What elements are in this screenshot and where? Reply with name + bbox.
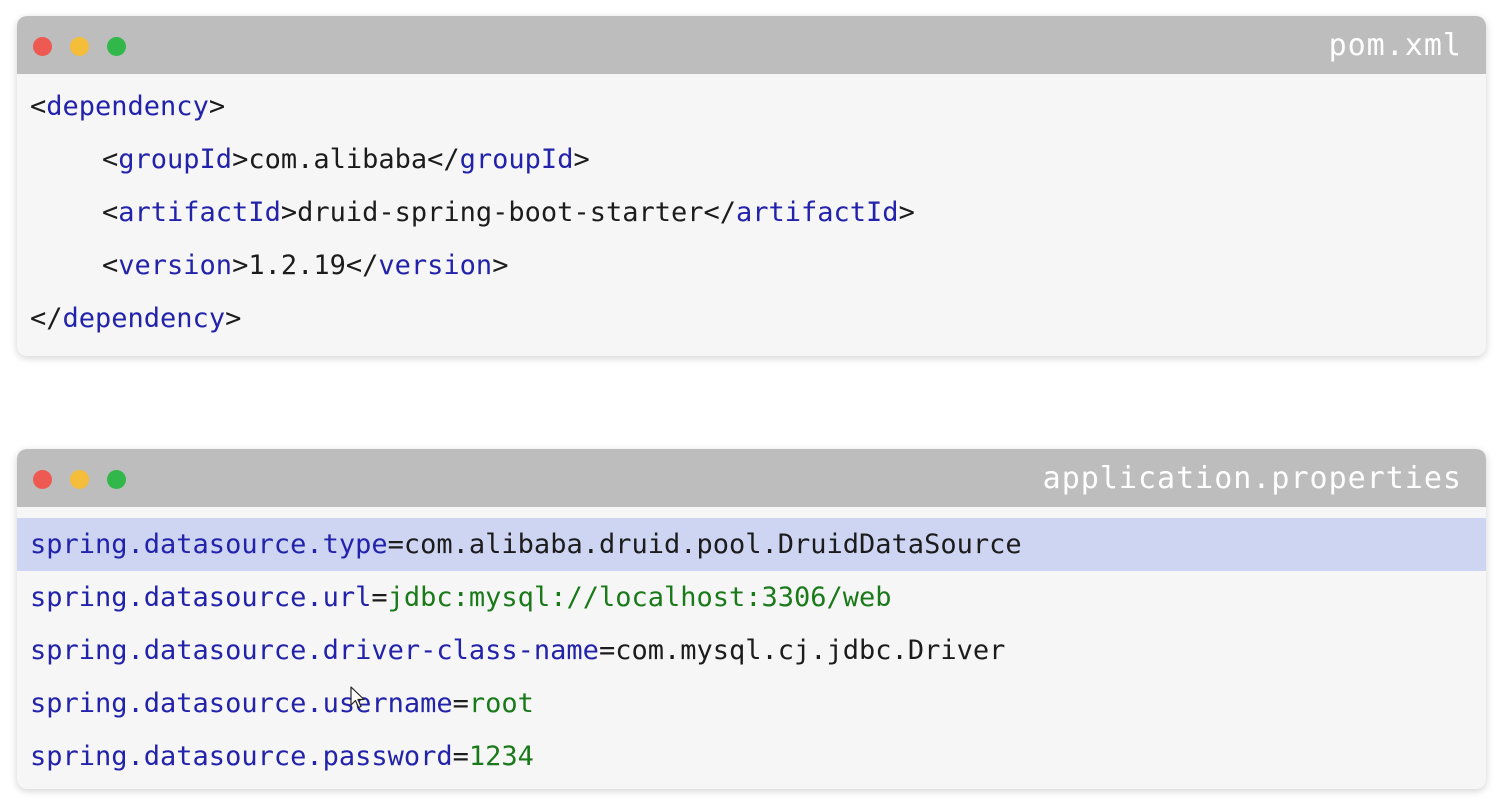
angle-bracket: > (492, 250, 509, 281)
code-line: spring.datasource.username=root (17, 677, 1486, 730)
xml-text: druid-spring-boot-starter (297, 197, 704, 228)
xml-tag: version (378, 250, 493, 281)
close-icon[interactable] (33, 37, 52, 56)
code-area: <dependency> <groupId>com.alibaba</group… (17, 74, 1486, 345)
angle-bracket: < (102, 197, 119, 228)
property-key: spring.datasource.driver-class-name (30, 635, 599, 666)
xml-text: com.alibaba (248, 144, 428, 175)
code-line: <version>1.2.19</version> (17, 239, 1486, 292)
angle-bracket: > (225, 303, 242, 334)
angle-bracket: > (898, 197, 915, 228)
angle-bracket: < (102, 144, 119, 175)
property-value: com.mysql.cj.jdbc.Driver (615, 635, 1006, 666)
code-line: spring.datasource.password=1234 (17, 730, 1486, 783)
equals-sign: = (598, 635, 616, 666)
property-value: 1234 (468, 741, 534, 772)
property-value: jdbc:mysql://localhost:3306/web (387, 582, 892, 613)
file-name: application.properties (1042, 461, 1462, 496)
property-value: root (468, 688, 534, 719)
xml-tag: version (118, 250, 233, 281)
angle-bracket: > (280, 197, 298, 228)
code-line: <groupId>com.alibaba</groupId> (17, 133, 1486, 186)
angle-bracket: > (232, 250, 249, 281)
code-line: spring.datasource.url=jdbc:mysql://local… (17, 571, 1486, 624)
pom-xml-window: pom.xml <dependency> <groupId>com.alibab… (17, 16, 1486, 356)
property-value: com.alibaba.druid.pool.DruidDataSource (403, 529, 1022, 560)
title-bar: application.properties (17, 449, 1486, 507)
angle-bracket: > (208, 91, 226, 122)
angle-bracket: < (30, 91, 47, 122)
angle-bracket: < (102, 250, 119, 281)
equals-sign: = (387, 529, 404, 560)
window-controls (33, 470, 126, 489)
xml-text: 1.2.19 (248, 250, 346, 281)
minimize-icon[interactable] (70, 470, 89, 489)
code-area: spring.datasource.type=com.alibaba.druid… (17, 507, 1486, 783)
angle-bracket: </ (703, 197, 736, 228)
xml-tag: groupId (118, 144, 233, 175)
maximize-icon[interactable] (107, 37, 126, 56)
property-key: spring.datasource.type (30, 529, 388, 560)
code-line: <artifactId>druid-spring-boot-starter</a… (17, 186, 1486, 239)
window-controls (33, 37, 126, 56)
maximize-icon[interactable] (107, 470, 126, 489)
xml-tag: artifactId (736, 197, 899, 228)
code-line: spring.datasource.driver-class-name=com.… (17, 624, 1486, 677)
xml-tag: artifactId (118, 197, 281, 228)
property-key: spring.datasource.password (30, 741, 453, 772)
minimize-icon[interactable] (70, 37, 89, 56)
property-key: spring.datasource.url (30, 582, 372, 613)
equals-sign: = (371, 582, 388, 613)
angle-bracket: > (573, 144, 590, 175)
equals-sign: = (452, 741, 469, 772)
title-bar: pom.xml (17, 16, 1486, 74)
close-icon[interactable] (33, 470, 52, 489)
code-line-highlighted: spring.datasource.type=com.alibaba.druid… (17, 518, 1486, 571)
code-line: </dependency> (17, 292, 1486, 345)
angle-bracket: > (232, 144, 249, 175)
angle-bracket: </ (345, 250, 379, 281)
angle-bracket: </ (30, 303, 63, 334)
xml-tag: groupId (459, 144, 574, 175)
property-key: spring.datasource.username (30, 688, 453, 719)
file-name: pom.xml (1328, 28, 1462, 63)
mouse-cursor-icon (350, 686, 365, 709)
xml-tag: dependency (46, 91, 209, 122)
angle-bracket: </ (427, 144, 460, 175)
application-properties-window: application.properties spring.datasource… (17, 449, 1486, 789)
code-line: <dependency> (17, 80, 1486, 133)
equals-sign: = (452, 688, 469, 719)
xml-tag: dependency (62, 303, 226, 334)
